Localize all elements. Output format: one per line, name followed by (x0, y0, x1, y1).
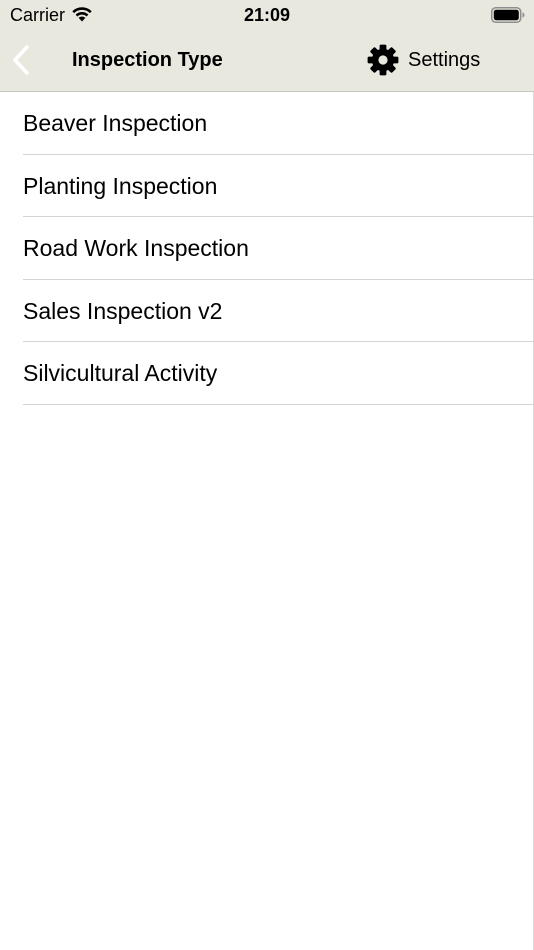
back-button[interactable] (6, 42, 40, 78)
list-item-beaver-inspection[interactable]: Beaver Inspection (0, 92, 534, 155)
top-bar: Carrier 21:09 Inspection Type Settings (0, 0, 534, 92)
settings-button[interactable]: Settings (366, 42, 480, 78)
screen: Carrier 21:09 Inspection Type Settings B… (0, 0, 534, 950)
status-bar: Carrier 21:09 (0, 0, 534, 30)
status-time: 21:09 (243, 5, 291, 25)
list-item-label: Silvicultural Activity (23, 360, 218, 387)
list-item-planting-inspection[interactable]: Planting Inspection (0, 155, 534, 218)
list-item-label: Beaver Inspection (23, 110, 208, 136)
divider (23, 403, 534, 405)
battery-icon (491, 7, 525, 23)
chevron-left-icon (6, 45, 40, 82)
list-item-road-work-inspection[interactable]: Road Work Inspection (0, 217, 534, 280)
list-item-silvicultural-activity[interactable]: Silvicultural Activity (0, 342, 534, 405)
list-item-label: Planting Inspection (23, 172, 218, 199)
gear-icon (366, 43, 400, 77)
list-item-sales-inspection-v2[interactable]: Sales Inspection v2 (0, 280, 534, 343)
list-item-label: Sales Inspection v2 (23, 297, 223, 324)
inspection-type-list: Beaver Inspection Planting Inspection Ro… (0, 92, 534, 405)
page-title: Inspection Type (72, 49, 223, 71)
settings-label: Settings (408, 49, 481, 71)
list-item-label: Road Work Inspection (23, 235, 249, 262)
